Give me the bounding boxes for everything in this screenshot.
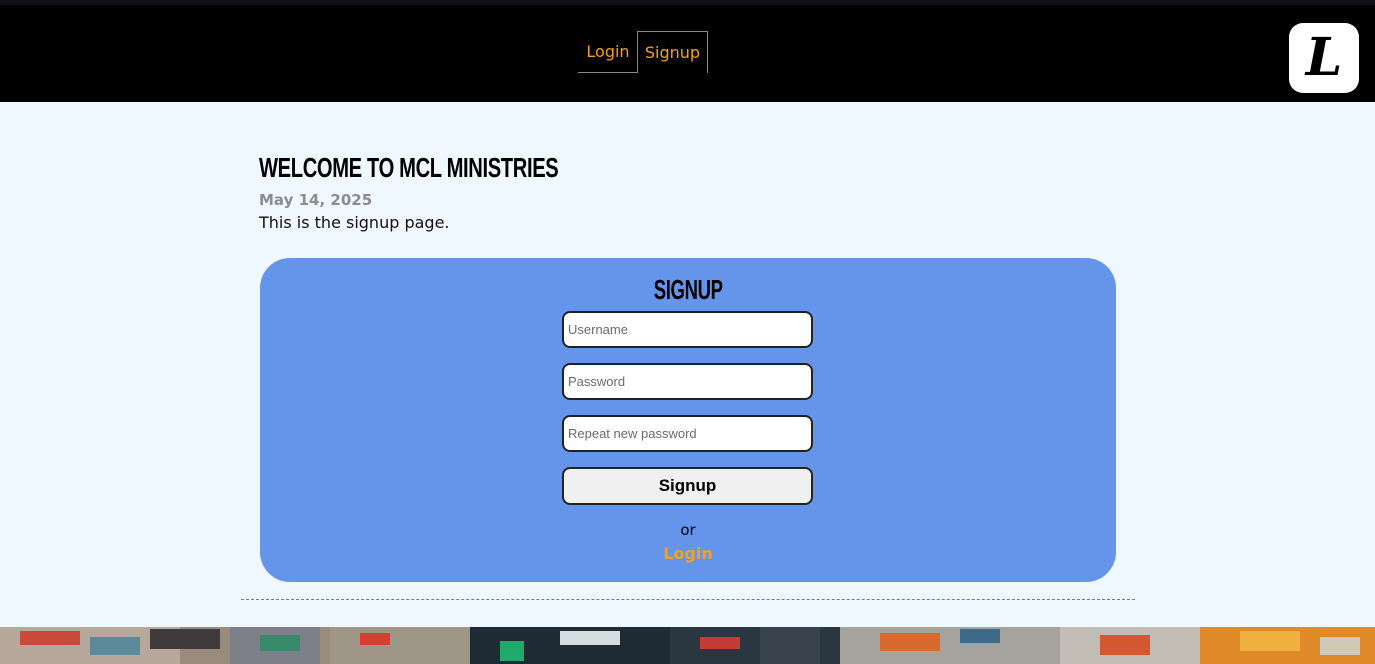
post-date: May 14, 2025 xyxy=(259,191,373,209)
repeat-password-input[interactable] xyxy=(562,415,813,452)
signup-title: SIGNUP xyxy=(260,274,1116,306)
signup-card: SIGNUP Signup or Login xyxy=(260,258,1116,582)
login-link[interactable]: Login xyxy=(260,544,1116,563)
site-logo[interactable]: L xyxy=(1289,23,1359,93)
painted-texture-image xyxy=(0,627,1375,664)
site-header: Login Signup L xyxy=(0,5,1375,102)
signup-title-text: SIGNUP xyxy=(653,274,723,305)
nav-tab-login[interactable]: Login xyxy=(578,31,638,73)
signup-button[interactable]: Signup xyxy=(562,467,813,505)
page-title: WELCOME TO MCL MINISTRIES xyxy=(259,152,559,183)
nav-tab-signup[interactable]: Signup xyxy=(637,31,708,73)
username-input[interactable] xyxy=(562,311,813,348)
or-separator: or xyxy=(680,521,696,539)
logo-letter: L xyxy=(1305,27,1343,88)
intro-text: This is the signup page. xyxy=(259,213,450,232)
divider xyxy=(241,599,1135,600)
footer-artwork-banner xyxy=(0,627,1375,664)
password-input[interactable] xyxy=(562,363,813,400)
